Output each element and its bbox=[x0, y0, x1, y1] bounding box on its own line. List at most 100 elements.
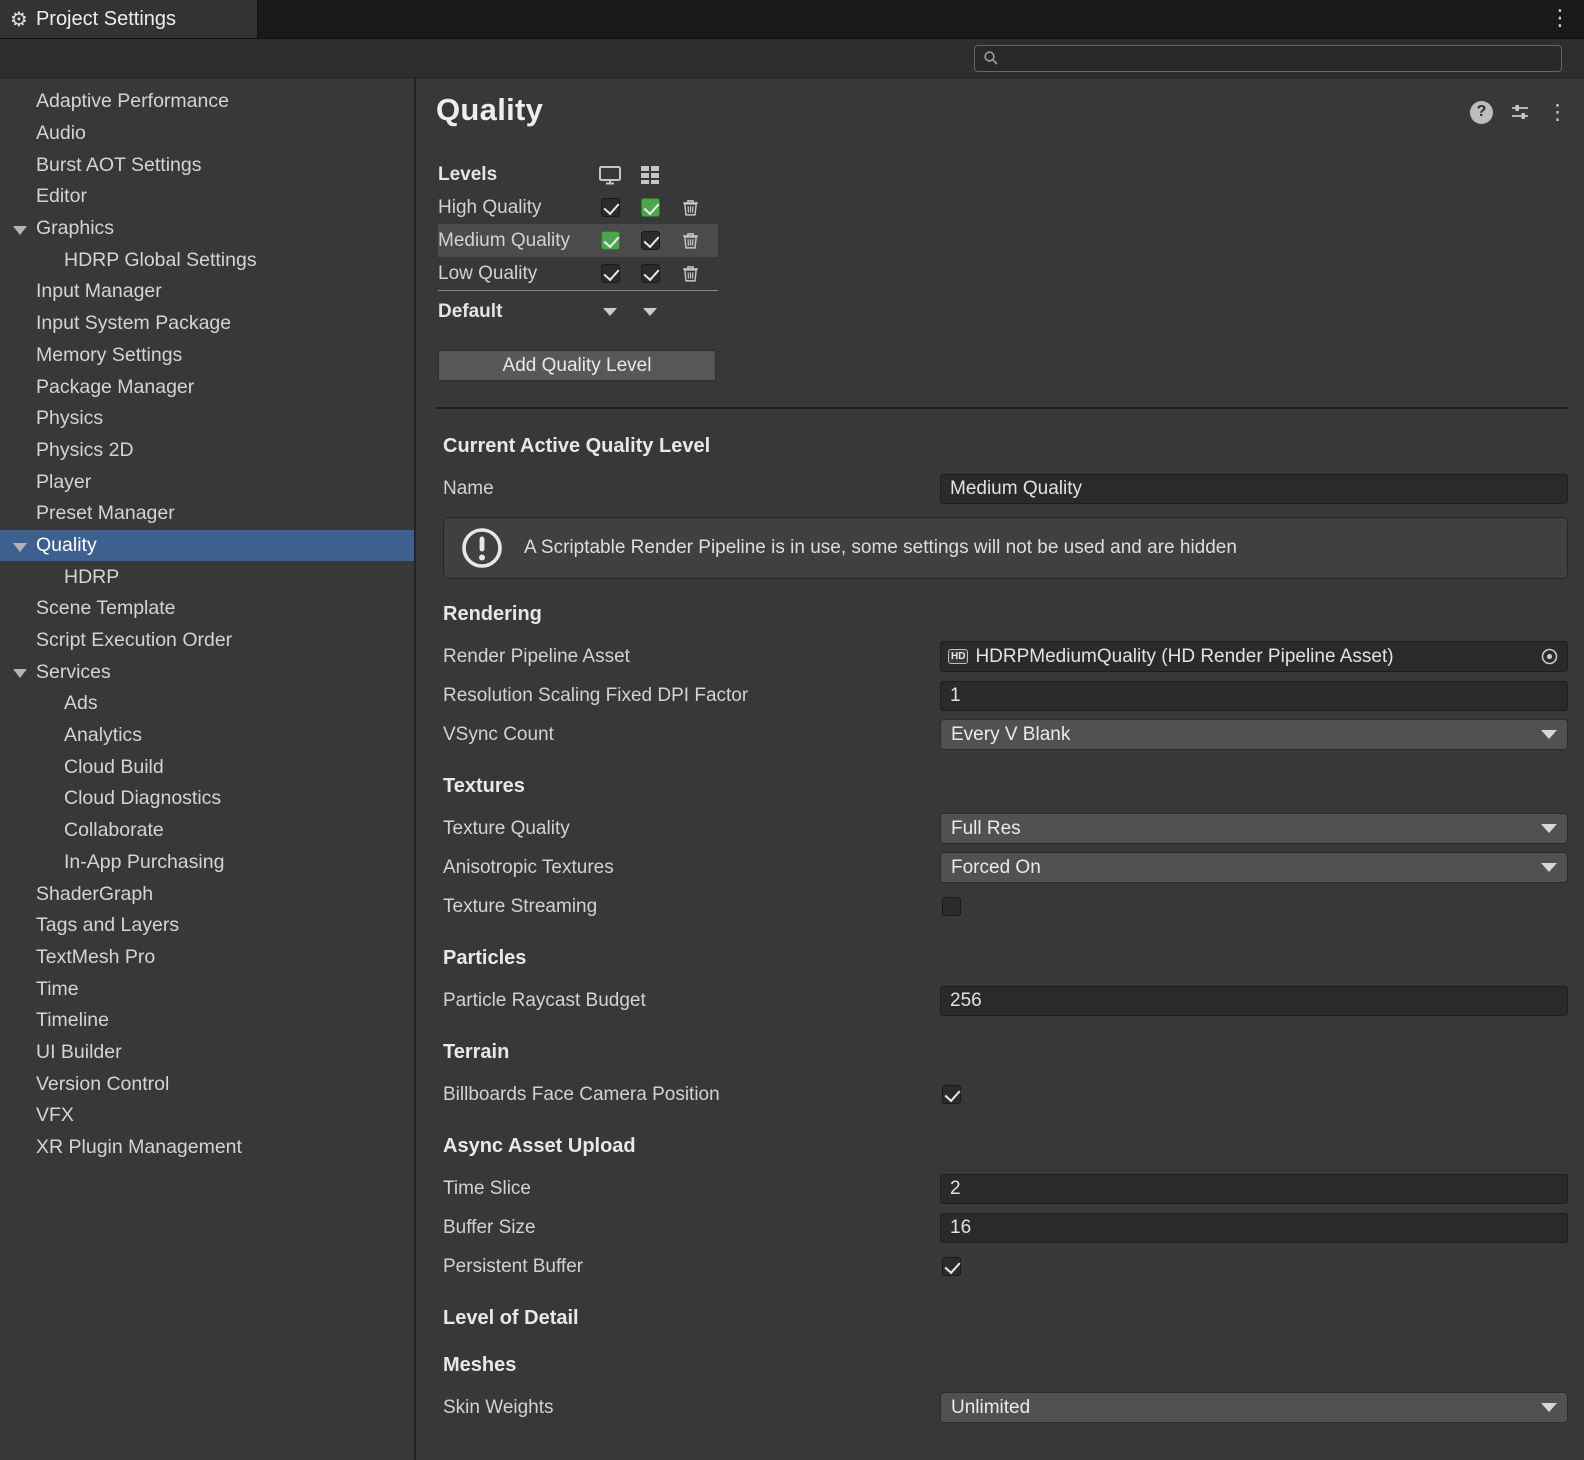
delete-level-button[interactable] bbox=[670, 198, 710, 217]
default-platform-1-dropdown-icon[interactable] bbox=[603, 308, 617, 316]
tab-project-settings[interactable]: ⚙ Project Settings bbox=[0, 0, 258, 38]
dropdown-value: Unlimited bbox=[951, 1397, 1541, 1419]
object-field-value: HDRPMediumQuality (HD Render Pipeline As… bbox=[975, 646, 1529, 668]
sidebar-item-label: Input System Package bbox=[36, 312, 231, 335]
text-field-particle-raycast-budget[interactable]: 256 bbox=[940, 986, 1568, 1016]
sidebar-item-player[interactable]: Player bbox=[0, 466, 414, 498]
window-tab-bar: ⚙ Project Settings ⋮ bbox=[0, 0, 1584, 38]
checkbox-persistent-buffer[interactable] bbox=[942, 1257, 961, 1276]
platform-checkbox[interactable] bbox=[641, 264, 660, 283]
sidebar-item-collaborate[interactable]: Collaborate bbox=[0, 815, 414, 847]
sidebar-item-adaptive-performance[interactable]: Adaptive Performance bbox=[0, 86, 414, 118]
quality-level-row-high-quality[interactable]: High Quality bbox=[438, 191, 718, 224]
sidebar-item-tags-and-layers[interactable]: Tags and Layers bbox=[0, 910, 414, 942]
sidebar-item-input-system-package[interactable]: Input System Package bbox=[0, 308, 414, 340]
section-async-asset-upload: Async Asset UploadTime Slice2Buffer Size… bbox=[443, 1135, 1568, 1283]
quality-level-row-medium-quality[interactable]: Medium Quality bbox=[438, 224, 718, 257]
sidebar-item-label: XR Plugin Management bbox=[36, 1136, 242, 1159]
search-box[interactable] bbox=[974, 45, 1562, 72]
active-quality-name-field[interactable]: Medium Quality bbox=[940, 474, 1568, 504]
sidebar-item-label: Package Manager bbox=[36, 376, 194, 399]
gear-icon: ⚙ bbox=[10, 9, 28, 29]
sidebar-item-quality[interactable]: Quality bbox=[0, 530, 414, 562]
sidebar-item-label: In-App Purchasing bbox=[64, 851, 224, 874]
quality-level-row-low-quality[interactable]: Low Quality bbox=[438, 257, 718, 290]
text-field-time-slice[interactable]: 2 bbox=[940, 1174, 1568, 1204]
dropdown-vsync-count[interactable]: Every V Blank bbox=[940, 719, 1568, 750]
platform-checkbox[interactable] bbox=[641, 231, 660, 250]
dropdown-texture-quality[interactable]: Full Res bbox=[940, 813, 1568, 844]
default-platform-2-dropdown-icon[interactable] bbox=[643, 308, 657, 316]
sidebar-item-textmesh-pro[interactable]: TextMesh Pro bbox=[0, 942, 414, 974]
presets-icon[interactable] bbox=[1509, 101, 1531, 123]
checkbox-texture-streaming[interactable] bbox=[942, 897, 961, 916]
platform-checkbox[interactable] bbox=[601, 264, 620, 283]
search-input[interactable] bbox=[1005, 49, 1553, 67]
sidebar-item-graphics[interactable]: Graphics bbox=[0, 213, 414, 245]
sidebar-item-input-manager[interactable]: Input Manager bbox=[0, 276, 414, 308]
sidebar-item-memory-settings[interactable]: Memory Settings bbox=[0, 340, 414, 372]
window-menu-kebab-icon[interactable]: ⋮ bbox=[1546, 4, 1574, 32]
section-particles: ParticlesParticle Raycast Budget256 bbox=[443, 947, 1568, 1017]
sidebar-item-label: Player bbox=[36, 471, 91, 494]
help-icon[interactable]: ? bbox=[1470, 101, 1493, 124]
quality-levels-table: Levels High QualityMedium QualityLow Qua… bbox=[436, 158, 1568, 381]
sidebar-item-cloud-build[interactable]: Cloud Build bbox=[0, 751, 414, 783]
sidebar-item-ui-builder[interactable]: UI Builder bbox=[0, 1037, 414, 1069]
server-platform-icon bbox=[639, 164, 661, 186]
sidebar-item-physics[interactable]: Physics bbox=[0, 403, 414, 435]
sidebar-item-time[interactable]: Time bbox=[0, 973, 414, 1005]
sidebar-item-vfx[interactable]: VFX bbox=[0, 1100, 414, 1132]
delete-level-button[interactable] bbox=[670, 264, 710, 283]
default-platform-checkbox[interactable] bbox=[601, 231, 620, 250]
setting-label: Texture Streaming bbox=[443, 896, 940, 918]
panel-menu-kebab-icon[interactable]: ⋮ bbox=[1547, 100, 1568, 124]
sidebar-item-shadergraph[interactable]: ShaderGraph bbox=[0, 878, 414, 910]
foldout-icon[interactable] bbox=[13, 669, 27, 678]
sidebar-item-scene-template[interactable]: Scene Template bbox=[0, 593, 414, 625]
sidebar-item-cloud-diagnostics[interactable]: Cloud Diagnostics bbox=[0, 783, 414, 815]
text-field-resolution-scaling-fixed-dpi-factor[interactable]: 1 bbox=[940, 681, 1568, 711]
setting-row-billboards-face-camera-position: Billboards Face Camera Position bbox=[443, 1078, 1568, 1111]
foldout-icon[interactable] bbox=[13, 226, 27, 235]
section-heading: Async Asset Upload bbox=[443, 1135, 1568, 1158]
sidebar-item-label: HDRP bbox=[64, 566, 119, 589]
default-platform-checkbox[interactable] bbox=[641, 198, 660, 217]
sidebar-item-version-control[interactable]: Version Control bbox=[0, 1068, 414, 1100]
sidebar-item-services[interactable]: Services bbox=[0, 656, 414, 688]
sidebar-item-script-execution-order[interactable]: Script Execution Order bbox=[0, 625, 414, 657]
dropdown-anisotropic-textures[interactable]: Forced On bbox=[940, 852, 1568, 883]
sidebar-item-xr-plugin-management[interactable]: XR Plugin Management bbox=[0, 1132, 414, 1164]
sidebar-item-burst-aot-settings[interactable]: Burst AOT Settings bbox=[0, 149, 414, 181]
setting-row-render-pipeline-asset: Render Pipeline AssetHDHDRPMediumQuality… bbox=[443, 640, 1568, 673]
foldout-icon[interactable] bbox=[13, 543, 27, 552]
setting-label: Particle Raycast Budget bbox=[443, 990, 940, 1012]
sidebar-item-ads[interactable]: Ads bbox=[0, 688, 414, 720]
sidebar-item-audio[interactable]: Audio bbox=[0, 118, 414, 150]
sidebar: Adaptive PerformanceAudioBurst AOT Setti… bbox=[0, 78, 416, 1460]
sidebar-item-analytics[interactable]: Analytics bbox=[0, 720, 414, 752]
levels-header: Levels bbox=[438, 164, 590, 186]
sidebar-item-editor[interactable]: Editor bbox=[0, 181, 414, 213]
sidebar-item-preset-manager[interactable]: Preset Manager bbox=[0, 498, 414, 530]
sidebar-item-timeline[interactable]: Timeline bbox=[0, 1005, 414, 1037]
object-picker-button[interactable] bbox=[1536, 647, 1563, 666]
trash-icon bbox=[681, 198, 700, 217]
platform-checkbox[interactable] bbox=[601, 198, 620, 217]
sidebar-item-in-app-purchasing[interactable]: In-App Purchasing bbox=[0, 847, 414, 879]
sidebar-item-hdrp[interactable]: HDRP bbox=[0, 561, 414, 593]
object-field-render-pipeline-asset[interactable]: HDHDRPMediumQuality (HD Render Pipeline … bbox=[940, 641, 1568, 672]
active-quality-heading: Current Active Quality Level bbox=[443, 435, 1568, 458]
delete-level-button[interactable] bbox=[670, 231, 710, 250]
sidebar-item-physics-2d[interactable]: Physics 2D bbox=[0, 435, 414, 467]
checkbox-billboards-face-camera-position[interactable] bbox=[942, 1085, 961, 1104]
sidebar-item-package-manager[interactable]: Package Manager bbox=[0, 371, 414, 403]
dropdown-skin-weights[interactable]: Unlimited bbox=[940, 1392, 1568, 1423]
add-quality-level-button[interactable]: Add Quality Level bbox=[438, 350, 716, 381]
setting-row-texture-quality: Texture QualityFull Res bbox=[443, 812, 1568, 845]
setting-row-anisotropic-textures: Anisotropic TexturesForced On bbox=[443, 851, 1568, 884]
sidebar-item-hdrp-global-settings[interactable]: HDRP Global Settings bbox=[0, 244, 414, 276]
sidebar-item-label: Physics bbox=[36, 407, 103, 430]
text-field-buffer-size[interactable]: 16 bbox=[940, 1213, 1568, 1243]
section-heading: Level of Detail bbox=[443, 1307, 1568, 1330]
